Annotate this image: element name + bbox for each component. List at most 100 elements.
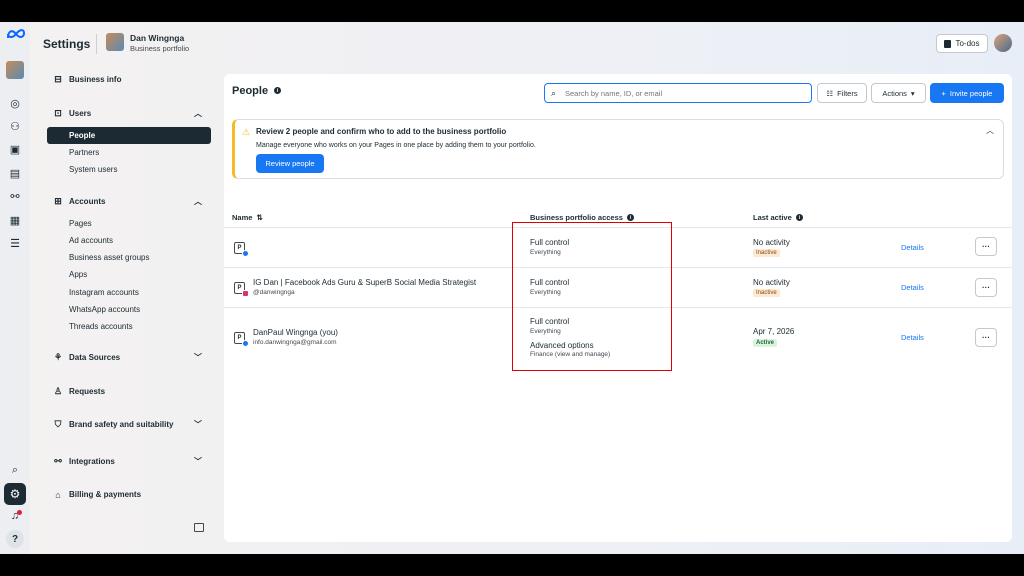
nav-label: Users: [69, 109, 92, 118]
actions-label: Actions: [882, 88, 907, 98]
nav-instagram-accounts[interactable]: Instagram accounts: [42, 284, 214, 301]
bank-icon: ⌂: [55, 489, 61, 500]
page-header-title: Settings: [43, 37, 91, 51]
nav-ad-accounts[interactable]: Ad accounts: [42, 232, 214, 249]
business-avatar[interactable]: [6, 61, 24, 79]
person-name[interactable]: DanPaul Wingnga (you): [253, 328, 338, 337]
data-sources-icon: ⚘: [53, 352, 63, 362]
nav-label: Threads accounts: [69, 322, 133, 331]
icon-rail: ◎ ⚇ ▣ ▤ ⚯ ▦ ☰ ⌕ ⚙ ♫ ?: [0, 22, 30, 554]
nav-label: Data Sources: [69, 353, 121, 362]
status-badge: Inactive: [753, 289, 780, 297]
nav-integrations[interactable]: ⚯ Integrations ﹀: [42, 453, 214, 470]
nav-label: Instagram accounts: [69, 288, 139, 297]
more-options-button[interactable]: ···: [975, 328, 997, 347]
pages-icon[interactable]: ▣: [7, 141, 23, 157]
warning-icon: ⚠: [242, 127, 251, 137]
more-options-button[interactable]: ···: [975, 237, 997, 256]
nav-billing[interactable]: ⌂ Billing & payments: [42, 486, 214, 503]
highlight-annotation: [512, 222, 672, 371]
shield-icon: ⛉: [54, 419, 62, 429]
nav-business-asset-groups[interactable]: Business asset groups: [42, 249, 214, 266]
last-active: No activity: [753, 278, 790, 287]
details-link[interactable]: Details: [901, 283, 924, 292]
portfolio-name[interactable]: Dan Wingnga: [130, 33, 184, 43]
filters-button[interactable]: ☷ Filters: [817, 83, 867, 103]
nav-label: WhatsApp accounts: [69, 305, 141, 314]
nav-users[interactable]: ⊡ Users ︿: [42, 105, 214, 122]
nav-label: Business asset groups: [69, 253, 150, 262]
search-input[interactable]: ⌕: [544, 83, 812, 103]
nav-business-info[interactable]: ⊟ Business info: [42, 71, 214, 88]
nav-label: People: [69, 131, 96, 140]
chevron-up-icon: ︿: [194, 197, 202, 206]
details-link[interactable]: Details: [901, 243, 924, 252]
nav-label: Brand safety and suitability: [69, 420, 174, 429]
nav-threads-accounts[interactable]: Threads accounts: [42, 318, 214, 335]
column-label: Last active: [753, 213, 792, 222]
todos-icon: [944, 39, 952, 48]
person-name[interactable]: IG Dan | Facebook Ads Guru & SuperB Soci…: [253, 278, 476, 287]
review-banner: ⚠ Review 2 people and confirm who to add…: [232, 119, 1004, 179]
nav-label: Pages: [69, 219, 92, 228]
search-icon[interactable]: ⌕: [7, 462, 23, 478]
nav-accounts[interactable]: ⊞ Accounts ︿: [42, 193, 214, 210]
nav-label: Integrations: [69, 457, 115, 466]
settings-gear-icon[interactable]: ⚙: [4, 483, 26, 505]
chevron-down-icon: ﹀: [194, 457, 202, 466]
people-icon[interactable]: ⚇: [7, 118, 23, 134]
accounts-icon: ⊞: [54, 196, 62, 206]
info-icon[interactable]: i: [626, 214, 634, 221]
nav-partners[interactable]: Partners: [42, 144, 214, 161]
nav-people[interactable]: People: [47, 127, 211, 144]
search-field[interactable]: [565, 88, 805, 98]
portfolio-avatar[interactable]: [106, 33, 124, 51]
chevron-up-icon: ︿: [194, 109, 202, 118]
status-badge: Active: [753, 339, 778, 347]
nav-whatsapp-accounts[interactable]: WhatsApp accounts: [42, 301, 214, 318]
briefcase-icon: ⊟: [54, 74, 62, 84]
nav-brand-safety[interactable]: ⛉ Brand safety and suitability ﹀: [42, 416, 214, 433]
instagram-icon: [242, 290, 249, 297]
requests-icon: ♙: [53, 386, 63, 396]
more-options-button[interactable]: ···: [975, 278, 997, 297]
nav-apps[interactable]: Apps: [42, 266, 214, 283]
people-panel: People i ⌕ ☷ Filters Actions ▾ + Invite …: [224, 74, 1012, 542]
nav-system-users[interactable]: System users: [42, 161, 214, 178]
help-icon[interactable]: ?: [6, 530, 24, 548]
page-title: People: [232, 85, 269, 97]
column-access: Business portfolio access i: [530, 213, 634, 222]
column-name[interactable]: Name ⇅: [232, 213, 263, 222]
nav-data-sources[interactable]: ⚘ Data Sources ﹀: [42, 349, 214, 366]
details-link[interactable]: Details: [901, 333, 924, 342]
campaign-icon[interactable]: ▤: [7, 165, 23, 181]
invite-people-button[interactable]: + Invite people: [930, 83, 1004, 103]
todos-button[interactable]: To-dos: [936, 34, 988, 53]
nav-label: Business info: [69, 75, 122, 84]
notification-dot: [17, 510, 22, 515]
user-avatar[interactable]: [994, 34, 1012, 52]
chevron-down-icon: ﹀: [194, 420, 202, 429]
info-icon[interactable]: i: [795, 214, 803, 221]
nav-label: Apps: [69, 270, 88, 279]
actions-button[interactable]: Actions ▾: [871, 83, 926, 103]
menu-icon[interactable]: ☰: [7, 235, 23, 251]
nav-requests[interactable]: ♙ Requests: [42, 383, 214, 400]
nav-label: Ad accounts: [69, 236, 114, 245]
reports-icon[interactable]: ▦: [7, 212, 23, 228]
chevron-down-icon: ﹀: [194, 353, 202, 362]
audience-icon[interactable]: ⚯: [7, 188, 23, 204]
nav-pages[interactable]: Pages: [42, 215, 214, 232]
nav-label: Accounts: [69, 197, 106, 206]
collapse-sidebar-icon[interactable]: [194, 523, 204, 532]
chevron-up-icon[interactable]: ︿: [986, 125, 994, 136]
compass-icon[interactable]: ◎: [7, 95, 23, 111]
caret-down-icon: ▾: [910, 88, 915, 98]
review-people-button[interactable]: Review people: [256, 154, 324, 173]
portfolio-type: Business portfolio: [130, 44, 190, 53]
sort-icon[interactable]: ⇅: [256, 213, 262, 222]
info-icon[interactable]: i: [274, 87, 281, 94]
banner-title: Review 2 people and confirm who to add t…: [256, 127, 507, 136]
plus-icon: +: [941, 88, 946, 98]
meta-logo-icon[interactable]: [6, 28, 26, 40]
